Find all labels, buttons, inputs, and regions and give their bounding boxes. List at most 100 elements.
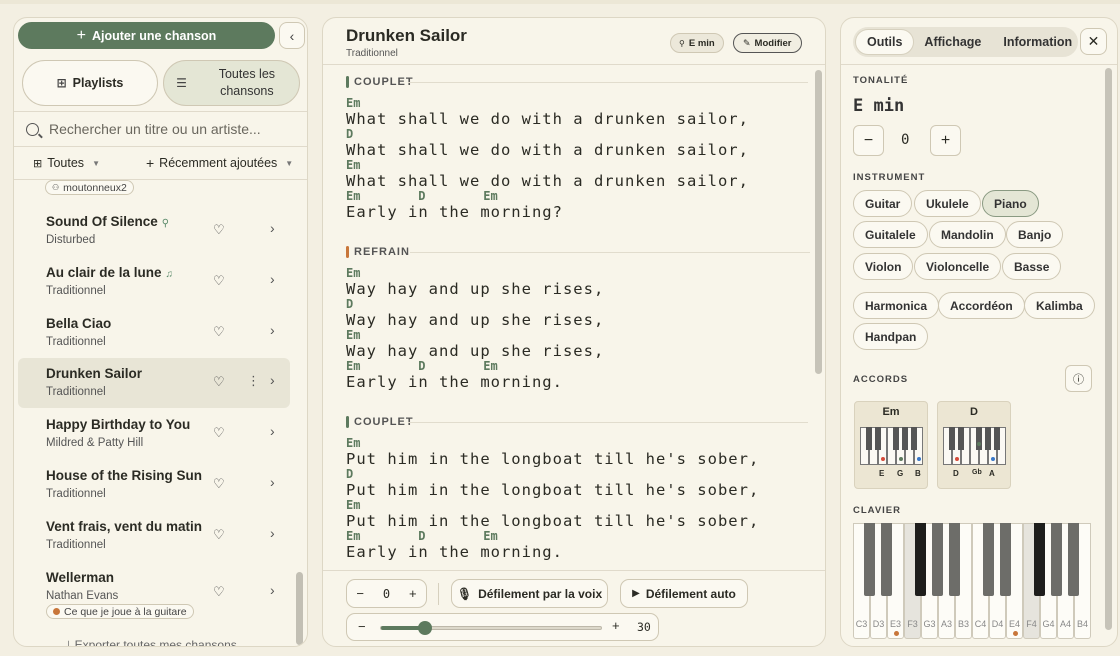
black-key[interactable] bbox=[1051, 523, 1062, 596]
speed-slider-handle[interactable] bbox=[418, 621, 432, 635]
chevron-right-icon[interactable]: › bbox=[270, 271, 275, 287]
song-list-scrollbar[interactable] bbox=[296, 572, 303, 645]
more-vertical-icon[interactable]: ⋮ bbox=[247, 373, 260, 389]
instrument-basse[interactable]: Basse bbox=[1002, 253, 1062, 280]
heart-icon[interactable]: ♡ bbox=[213, 584, 225, 600]
instrument-violon[interactable]: Violon bbox=[853, 253, 914, 280]
chord-line[interactable]: D bbox=[346, 126, 749, 142]
key-badge[interactable]: ⚲ E min bbox=[670, 33, 724, 53]
tab-playlists[interactable]: ⊞ Playlists bbox=[22, 60, 158, 106]
voice-scroll-button[interactable]: 🎙︎ Défilement par la voix bbox=[451, 579, 608, 608]
heart-icon[interactable]: ♡ bbox=[213, 527, 225, 543]
transpose-plus-button[interactable]: + bbox=[930, 125, 961, 156]
black-key[interactable] bbox=[983, 523, 994, 596]
heart-icon[interactable]: ♡ bbox=[213, 273, 225, 289]
black-key[interactable] bbox=[949, 523, 960, 596]
export-songs-link[interactable]: ⤓ Exporter toutes mes chansons bbox=[66, 638, 237, 646]
chord-line[interactable]: Em bbox=[346, 497, 759, 513]
heart-icon[interactable]: ♡ bbox=[213, 222, 225, 238]
black-key[interactable] bbox=[932, 523, 943, 596]
lyric-line: Put him in the longboat till he's sober, bbox=[346, 449, 760, 468]
chord-line[interactable]: Em bbox=[346, 265, 604, 281]
add-song-button[interactable]: + Ajouter une chanson bbox=[18, 22, 275, 49]
song-title: Drunken Sailor bbox=[46, 366, 143, 381]
edit-button[interactable]: ✎ Modifier bbox=[733, 33, 802, 53]
chevron-right-icon[interactable]: › bbox=[270, 372, 275, 388]
transpose-minus-button[interactable]: − bbox=[853, 125, 884, 156]
list-item[interactable]: Bella Ciao Traditionnel ♡ › bbox=[18, 308, 290, 358]
instrument-violoncelle[interactable]: Violoncelle bbox=[914, 253, 1002, 280]
heart-icon[interactable]: ♡ bbox=[213, 324, 225, 340]
black-key[interactable] bbox=[1000, 523, 1011, 596]
search-input[interactable]: Rechercher un titre ou un artiste... bbox=[49, 121, 261, 137]
black-key[interactable] bbox=[1034, 523, 1045, 596]
list-item[interactable]: House of the Rising Sun Traditionnel ♡ › bbox=[18, 460, 290, 510]
chevron-right-icon[interactable]: › bbox=[270, 525, 275, 541]
lyrics-scrollbar[interactable] bbox=[815, 70, 822, 374]
chord-line[interactable]: Em bbox=[346, 327, 604, 343]
chevron-right-icon[interactable]: › bbox=[270, 220, 275, 236]
instrument-mandolin[interactable]: Mandolin bbox=[929, 221, 1006, 248]
black-key[interactable] bbox=[915, 523, 926, 596]
speed-minus-button[interactable]: − bbox=[358, 619, 366, 634]
chord-line[interactable]: Em D Em bbox=[346, 528, 759, 544]
instrument-handpan[interactable]: Handpan bbox=[853, 323, 929, 350]
tab-information[interactable]: Information bbox=[992, 30, 1083, 54]
tab-all-songs[interactable]: ☰ Toutes les chansons bbox=[163, 60, 300, 106]
instrument-accordeon[interactable]: Accordéon bbox=[938, 292, 1025, 319]
list-item[interactable]: Sound Of Silence ⚲ Disturbed ♡ › bbox=[18, 206, 290, 256]
instrument-guitar[interactable]: Guitar bbox=[853, 190, 913, 217]
grid-icon: ⊞ bbox=[56, 76, 67, 90]
auto-scroll-button[interactable]: ▶ Défilement auto bbox=[620, 579, 748, 608]
black-key[interactable] bbox=[1068, 523, 1079, 596]
tab-affichage[interactable]: Affichage bbox=[913, 30, 992, 54]
close-panel-button[interactable]: ✕ bbox=[1080, 28, 1107, 55]
chevron-right-icon[interactable]: › bbox=[270, 474, 275, 490]
chevron-right-icon[interactable]: › bbox=[270, 582, 275, 598]
filter-all-dropdown[interactable]: ⊞ Toutes ▼ bbox=[33, 156, 100, 170]
speed-slider[interactable] bbox=[380, 621, 602, 635]
search-bar[interactable]: Rechercher un titre ou un artiste... bbox=[14, 111, 307, 147]
chord-line[interactable]: Em D Em bbox=[346, 358, 604, 374]
list-item-active[interactable]: Drunken Sailor Traditionnel ♡ ⋮ › bbox=[18, 358, 290, 408]
instrument-ukulele[interactable]: Ukulele bbox=[914, 190, 981, 217]
instrument-banjo[interactable]: Banjo bbox=[1006, 221, 1064, 248]
chevron-left-icon: ‹ bbox=[289, 27, 295, 44]
chord-card-em[interactable]: Em E G B bbox=[854, 401, 928, 489]
list-item[interactable]: Vent frais, vent du matin Traditionnel ♡… bbox=[18, 511, 290, 561]
info-button[interactable]: ⓘ bbox=[1065, 365, 1092, 392]
speed-plus-button[interactable]: + bbox=[612, 618, 620, 633]
mini-black-key bbox=[875, 427, 881, 450]
plus-button[interactable]: + bbox=[409, 586, 417, 601]
list-item[interactable]: Happy Birthday to You Mildred & Patty Hi… bbox=[18, 409, 290, 459]
heart-icon[interactable]: ♡ bbox=[213, 374, 225, 390]
lyrics-sheet[interactable]: COUPLET Em What shall we do with a drunk… bbox=[323, 66, 813, 570]
heart-icon[interactable]: ♡ bbox=[213, 476, 225, 492]
list-item[interactable]: Wellerman Nathan Evans Ce que je joue à … bbox=[18, 562, 290, 624]
instrument-kalimba[interactable]: Kalimba bbox=[1024, 292, 1095, 319]
instrument-guitalele[interactable]: Guitalele bbox=[853, 221, 928, 248]
chord-line[interactable]: D bbox=[346, 466, 759, 482]
chord-line[interactable]: D bbox=[346, 296, 604, 312]
lyric-line: Early in the morning. bbox=[346, 542, 563, 561]
minus-button[interactable]: − bbox=[356, 586, 364, 601]
collapse-sidebar-button[interactable]: ‹ bbox=[279, 22, 305, 49]
tab-outils[interactable]: Outils bbox=[856, 30, 914, 54]
play-icon: ▶ bbox=[632, 588, 640, 599]
chord-line[interactable]: Em bbox=[346, 157, 749, 173]
list-item[interactable]: Au clair de la lune ♫ Traditionnel ♡ › bbox=[18, 257, 290, 307]
sort-dropdown[interactable]: + Récemment ajoutées ▼ bbox=[146, 155, 293, 171]
chevron-right-icon[interactable]: › bbox=[270, 322, 275, 338]
heart-icon[interactable]: ♡ bbox=[213, 425, 225, 441]
tools-scrollbar[interactable] bbox=[1105, 68, 1112, 630]
chord-line[interactable]: Em D Em bbox=[346, 188, 749, 204]
piano-keyboard[interactable]: C3 D3 E3 F3 G3 A3 B3 C4 D4 E4 F4 G4 A4 B… bbox=[853, 523, 1091, 639]
chord-line[interactable]: Em bbox=[346, 435, 759, 451]
chord-line[interactable]: Em bbox=[346, 95, 749, 111]
chevron-right-icon[interactable]: › bbox=[270, 423, 275, 439]
black-key[interactable] bbox=[864, 523, 875, 596]
instrument-harmonica[interactable]: Harmonica bbox=[853, 292, 940, 319]
chord-card-d[interactable]: D D Gb A bbox=[937, 401, 1011, 489]
black-key[interactable] bbox=[881, 523, 892, 596]
instrument-piano[interactable]: Piano bbox=[982, 190, 1039, 217]
